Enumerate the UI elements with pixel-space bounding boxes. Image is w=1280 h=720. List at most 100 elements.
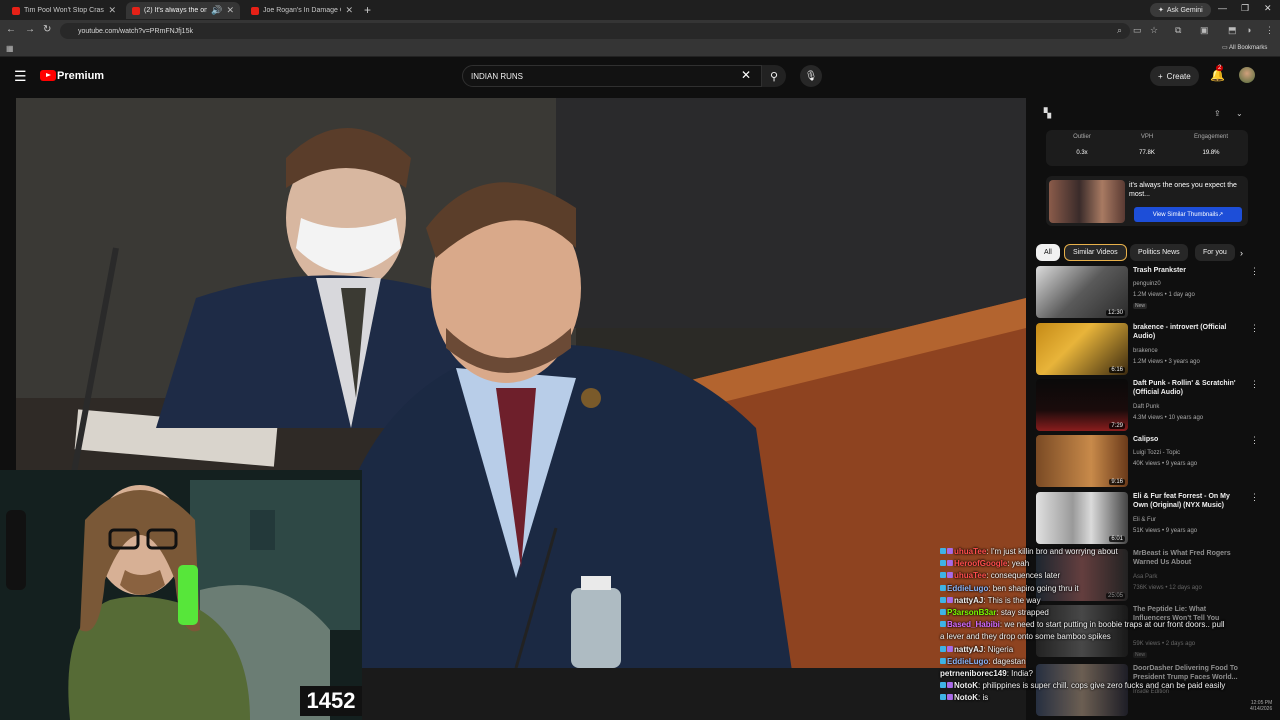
all-bookmarks-button[interactable]: ▭ All Bookmarks [1222, 44, 1267, 51]
chat-message: EddieLugo: ben shapiro going thru it [940, 583, 1280, 595]
new-badge: New [1133, 303, 1148, 309]
more-options-icon[interactable]: ⋮ [1250, 266, 1259, 277]
video-meta: 1.2M views • 3 years ago [1133, 359, 1200, 365]
extension-icon[interactable]: ▣ [1200, 25, 1209, 36]
more-options-icon[interactable]: ⋮ [1250, 323, 1259, 334]
chat-message: EddieLugo: dagestan [940, 656, 1280, 668]
chat-username: petrneniborec149 [940, 669, 1007, 679]
address-bar[interactable]: youtube.com/watch?v=PRmFNJfj15k [60, 23, 1130, 39]
engagement-value: 19.8% [1202, 150, 1220, 156]
video-title: Eli & Fur feat Forrest - On My Own (Orig… [1133, 493, 1230, 509]
more-options-icon[interactable]: ⋮ [1250, 435, 1259, 446]
minimize-icon[interactable]: — [1218, 3, 1227, 13]
duration-badge: 6:01 [1109, 536, 1125, 542]
video-meta: 40K views • 9 years ago [1133, 461, 1198, 467]
clear-search-icon[interactable]: ✕ [741, 68, 751, 82]
duration-badge: 6:16 [1109, 367, 1125, 373]
apps-grid-icon[interactable]: ▦ [6, 44, 14, 53]
ask-gemini-button[interactable]: ✦ Ask Gemini [1150, 3, 1211, 17]
badge-icon [947, 694, 953, 701]
reload-icon[interactable]: ↻ [43, 24, 51, 35]
extension-logo-icon: ▚ [1044, 108, 1051, 118]
menu-icon[interactable]: ⋮ [1265, 25, 1274, 36]
chip-all[interactable]: All [1036, 244, 1060, 261]
voice-search-button[interactable]: 🎙 [800, 65, 822, 87]
youtube-premium-logo-text[interactable]: Premium [57, 70, 104, 82]
chat-username: NotoK [954, 681, 978, 691]
search-button[interactable]: ⚲ [762, 65, 786, 87]
hamburger-menu-icon[interactable]: ☰ [14, 68, 27, 85]
chat-text: yeah [1011, 559, 1030, 569]
clock-date: 4/14/2026 [1250, 706, 1273, 712]
chat-message: NotoK: philippines is super chill. cops … [940, 680, 1280, 692]
video-thumbnail: 6:01 [1036, 492, 1128, 544]
new-tab-icon[interactable]: + [364, 3, 371, 17]
badge-icon [947, 560, 953, 567]
close-tab-icon[interactable]: ✕ [108, 5, 116, 16]
taskbar-clock: 12:05 PM 4/14/2026 [1250, 700, 1272, 712]
url-text: youtube.com/watch?v=PRmFNJfj15k [78, 27, 193, 35]
youtube-logo-icon[interactable] [40, 70, 56, 81]
vph-label: VPH [1140, 134, 1154, 140]
bookmark-star-icon[interactable]: ☆ [1150, 25, 1158, 36]
chat-message: uhuaTee: consequences later [940, 570, 1280, 582]
audio-icon[interactable]: 🔊 [211, 5, 222, 16]
chat-message: P3arsonB3ar: stay strapped [940, 607, 1280, 619]
chat-text: dagestan [992, 656, 1026, 666]
chip-for-you[interactable]: For you [1195, 244, 1235, 261]
list-item[interactable]: 7:29 Daft Punk - Rollin' & Scratchin' (O… [1036, 379, 1259, 433]
more-options-icon[interactable]: ⋮ [1250, 492, 1259, 503]
chat-text: consequences later [990, 571, 1061, 581]
create-button[interactable]: + Create [1150, 66, 1199, 86]
browser-tab-2[interactable]: (2) It's always the ones you 🔊 ✕ [126, 2, 240, 19]
tab-title: (2) It's always the ones you [144, 7, 208, 14]
chat-text: This is the way [987, 595, 1041, 605]
chat-username: EddieLugo [947, 583, 989, 593]
zoom-icon[interactable]: ⌕ [1117, 25, 1122, 36]
share-icon[interactable]: ⇪ [1214, 109, 1221, 118]
badge-icon [940, 560, 946, 567]
chat-username: EddieLugo [947, 656, 989, 666]
chevron-down-icon[interactable]: ⌄ [1236, 109, 1243, 118]
extension-icon[interactable]: ⧉ [1175, 25, 1181, 36]
tab-title: Joe Rogan's In Damage Contro [263, 7, 341, 14]
browser-tab-3[interactable]: Joe Rogan's In Damage Contro ✕ [245, 2, 359, 19]
close-window-icon[interactable]: ✕ [1264, 3, 1272, 14]
cast-icon[interactable]: ▭ [1133, 25, 1142, 36]
chat-text: we need to start putting in boobie traps… [1004, 620, 1225, 630]
badge-icon [940, 596, 946, 603]
video-title: Calipso [1133, 436, 1159, 443]
all-bookmarks-label: All Bookmarks [1229, 45, 1268, 51]
badge-icon [940, 621, 946, 628]
view-similar-thumbnails-button[interactable]: View Similar Thumbnails ↗ [1134, 207, 1242, 222]
video-title: brakence - introvert (Official Audio) [1133, 324, 1227, 340]
plus-icon: + [1158, 71, 1163, 81]
close-tab-icon[interactable]: ✕ [345, 5, 353, 16]
badge-icon [940, 609, 946, 616]
video-title: Daft Punk - Rollin' & Scratchin' (Offici… [1133, 380, 1236, 396]
youtube-favicon-icon [251, 6, 259, 15]
bookmarks-bar [0, 42, 1280, 57]
list-item[interactable]: 9:16 Calipso Luigi Tozzi - Topic 40K vie… [1036, 435, 1259, 489]
extension-icon[interactable]: ⬒ [1228, 25, 1237, 36]
search-input[interactable]: INDIAN RUNS [462, 65, 762, 87]
search-value: INDIAN RUNS [471, 71, 524, 81]
badge-icon [940, 584, 946, 591]
chat-text: philippines is super chill. cops give ze… [982, 681, 1226, 691]
chip-similar-videos[interactable]: Similar Videos [1064, 244, 1127, 261]
badge-icon [940, 548, 946, 554]
chevron-right-icon[interactable]: › [1240, 248, 1243, 258]
browser-tab-1[interactable]: Tim Pool Won't Stop Crashing O ✕ [6, 2, 122, 19]
profile-icon[interactable]: ◑ [1246, 25, 1251, 35]
youtube-favicon-icon [132, 6, 140, 15]
list-item[interactable]: 6:16 brakence - introvert (Official Audi… [1036, 323, 1259, 377]
more-options-icon[interactable]: ⋮ [1250, 379, 1259, 390]
back-icon[interactable]: ← [6, 24, 16, 35]
list-item[interactable]: 6:01 Eli & Fur feat Forrest - On My Own … [1036, 492, 1259, 546]
maximize-icon[interactable]: ❐ [1241, 3, 1249, 14]
account-avatar[interactable] [1239, 67, 1255, 83]
close-tab-icon[interactable]: ✕ [226, 5, 234, 16]
forward-icon[interactable]: → [25, 24, 35, 35]
chip-politics-news[interactable]: Politics News [1130, 244, 1188, 261]
list-item[interactable]: 12:30 Trash Prankster penguinz0 1.2M vie… [1036, 266, 1259, 320]
